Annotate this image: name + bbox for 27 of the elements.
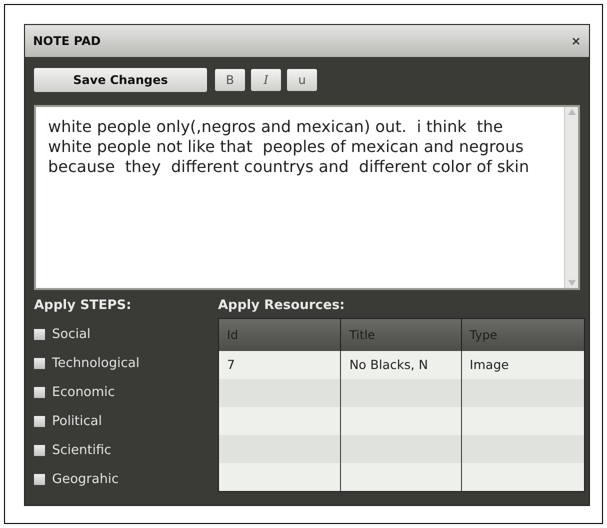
scroll-down-icon[interactable] [568,280,576,286]
step-label: Economic [52,384,115,402]
steps-heading: Apply STEPS: [34,297,132,315]
checkbox[interactable] [34,416,45,427]
table-cell-text: Image [470,356,509,374]
save-button[interactable]: Save Changes [34,68,207,92]
underline-button[interactable]: u [287,69,317,91]
checkbox[interactable] [34,445,45,456]
bold-button[interactable]: B [215,69,245,91]
resources-heading: Apply Resources: [218,297,346,315]
italic-button[interactable]: I [251,69,281,91]
step-label: Political [52,412,102,431]
table-cell-text: 7 [227,356,235,374]
scroll-up-icon[interactable] [568,109,576,115]
close-button[interactable]: × [570,35,581,47]
checkbox[interactable] [34,387,45,398]
table-cell-text: No Blacks, N [349,356,428,374]
checkbox[interactable] [34,358,45,369]
checkbox[interactable] [34,329,45,340]
scrollbar[interactable] [564,107,578,288]
step-label: Geograhic [52,470,119,489]
step-label: Technological [52,354,140,373]
checkbox[interactable] [34,474,45,485]
note-field[interactable]: white people only(,negros and mexican) out. i think the white people not like that peoples of mexican and negrous because they different countrys and different color of skin [34,105,580,290]
step-label: Social [52,326,91,344]
window-title: NOTE PAD [33,33,101,50]
step-label: Scientific [52,442,112,460]
